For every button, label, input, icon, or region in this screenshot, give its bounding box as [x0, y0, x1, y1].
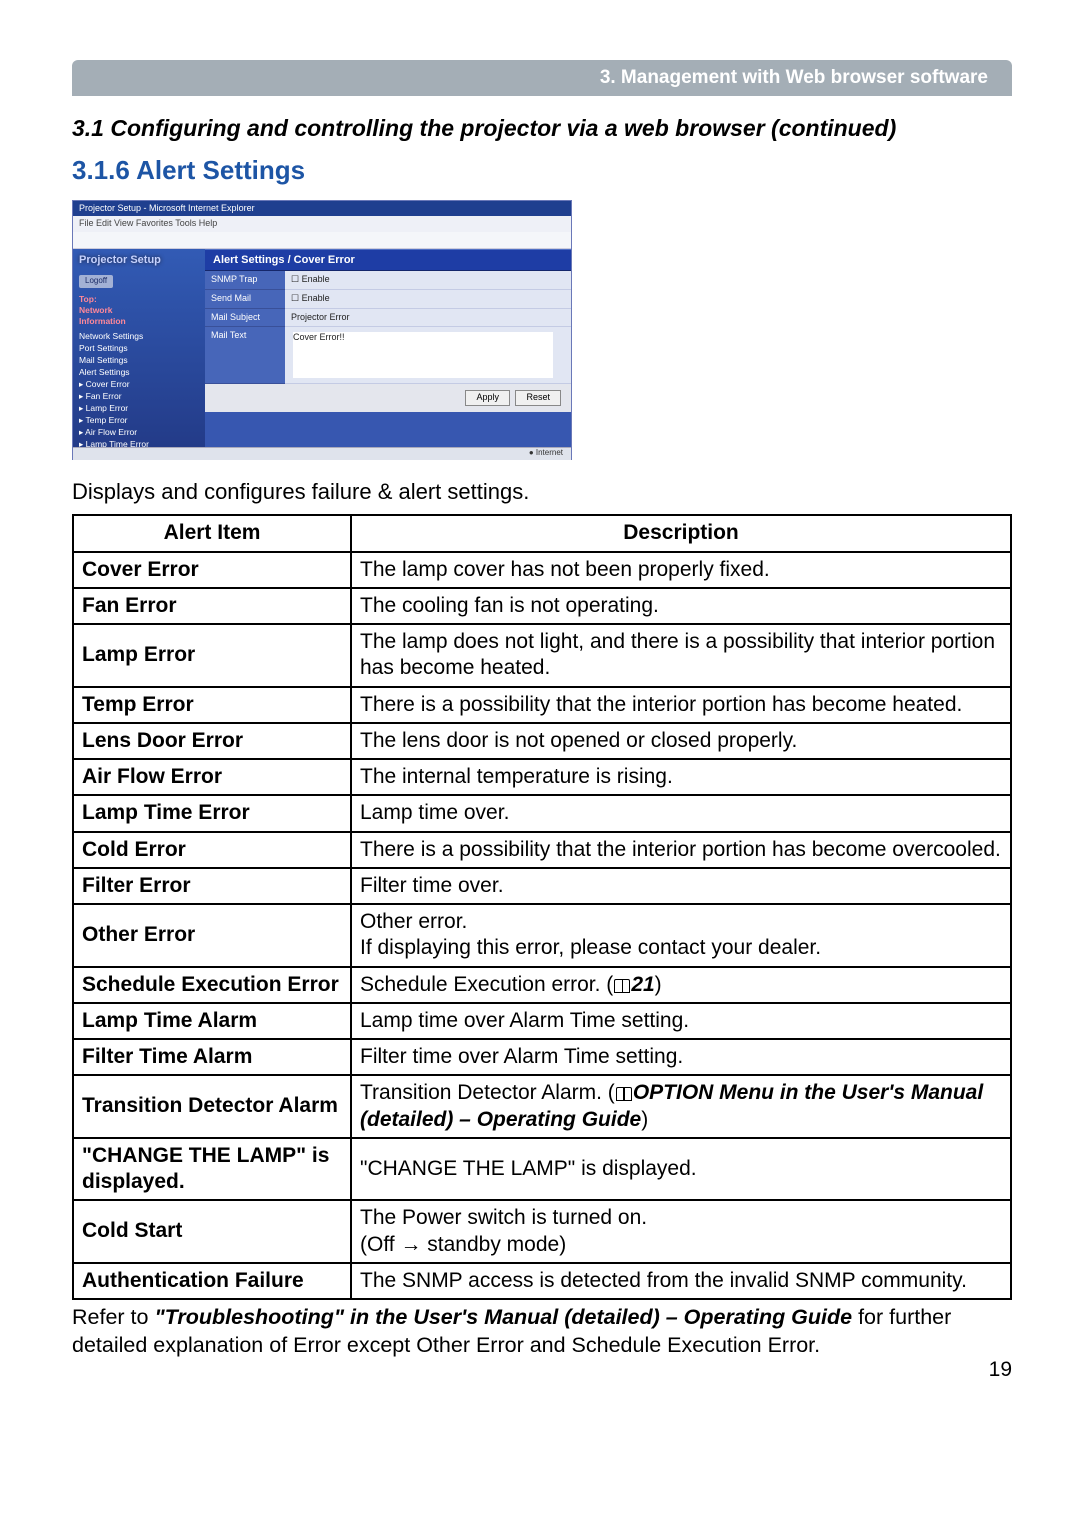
- sc-side-item: Mail Settings: [79, 355, 199, 366]
- alert-item-cell: Fan Error: [73, 588, 351, 624]
- sc-val-mail: ☐ Enable: [285, 290, 571, 309]
- sc-side-items: Network SettingsPort SettingsMail Settin…: [79, 331, 199, 447]
- sc-buttons: Apply Reset: [205, 384, 571, 412]
- alert-desc-cell: The internal temperature is rising.: [351, 759, 1011, 795]
- alert-desc-cell: Lamp time over.: [351, 795, 1011, 831]
- alert-desc-cell: The SNMP access is detected from the inv…: [351, 1263, 1011, 1299]
- alert-desc-cell: The lamp does not light, and there is a …: [351, 624, 1011, 687]
- alert-desc-cell: Transition Detector Alarm. (OPTION Menu …: [351, 1075, 1011, 1138]
- alert-desc-cell: There is a possibility that the interior…: [351, 687, 1011, 723]
- alert-desc-cell: Schedule Execution error. (21): [351, 967, 1011, 1003]
- table-row: Fan ErrorThe cooling fan is not operatin…: [73, 588, 1011, 624]
- sc-val-snmp: ☐ Enable: [285, 271, 571, 290]
- table-row: "CHANGE THE LAMP" is displayed."CHANGE T…: [73, 1138, 1011, 1201]
- sc-label-snmp: SNMP Trap: [205, 271, 285, 290]
- alert-item-cell: Cold Start: [73, 1200, 351, 1263]
- sc-apply: Apply: [465, 390, 510, 406]
- alert-item-cell: Filter Error: [73, 868, 351, 904]
- alert-item-cell: Air Flow Error: [73, 759, 351, 795]
- sc-side-item: ▸ Temp Error: [79, 415, 199, 426]
- footnote: Refer to "Troubleshooting" in the User's…: [72, 1304, 1012, 1360]
- table-row: Filter Time AlarmFilter time over Alarm …: [73, 1039, 1011, 1075]
- table-row: Lamp Time ErrorLamp time over.: [73, 795, 1011, 831]
- section-title: 3.1 Configuring and controlling the proj…: [72, 114, 1012, 144]
- alert-item-cell: Temp Error: [73, 687, 351, 723]
- alert-desc-cell: The lamp cover has not been properly fix…: [351, 552, 1011, 588]
- alert-item-cell: Lens Door Error: [73, 723, 351, 759]
- chapter-bar: 3. Management with Web browser software: [72, 60, 1012, 96]
- sc-side-item: ▸ Cover Error: [79, 379, 199, 390]
- sc-side-item: Port Settings: [79, 343, 199, 354]
- footnote-pre: Refer to: [72, 1305, 154, 1329]
- table-row: Cold StartThe Power switch is turned on.…: [73, 1200, 1011, 1263]
- sc-window-title: Projector Setup - Microsoft Internet Exp…: [73, 201, 571, 217]
- table-row: Air Flow ErrorThe internal temperature i…: [73, 759, 1011, 795]
- th-description: Description: [351, 515, 1011, 551]
- alert-desc-cell: "CHANGE THE LAMP" is displayed.: [351, 1138, 1011, 1201]
- chapter-title: 3. Management with Web browser software: [600, 66, 988, 91]
- sc-side-item: ▸ Lamp Time Error: [79, 439, 199, 447]
- alert-desc-cell: There is a possibility that the interior…: [351, 832, 1011, 868]
- table-row: Temp ErrorThere is a possibility that th…: [73, 687, 1011, 723]
- alert-desc-cell: Lamp time over Alarm Time setting.: [351, 1003, 1011, 1039]
- table-row: Lens Door ErrorThe lens door is not open…: [73, 723, 1011, 759]
- manual-ref-icon: [614, 979, 630, 993]
- table-row: Other ErrorOther error. If displaying th…: [73, 904, 1011, 967]
- alert-item-cell: Lamp Time Error: [73, 795, 351, 831]
- alert-item-cell: Schedule Execution Error: [73, 967, 351, 1003]
- sc-label-mail: Send Mail: [205, 290, 285, 309]
- th-alert-item: Alert Item: [73, 515, 351, 551]
- sc-status: ● Internet: [73, 447, 571, 460]
- alert-desc-cell: Other error. If displaying this error, p…: [351, 904, 1011, 967]
- alert-item-cell: Lamp Error: [73, 624, 351, 687]
- table-row: Lamp ErrorThe lamp does not light, and t…: [73, 624, 1011, 687]
- alert-desc-cell: The lens door is not opened or closed pr…: [351, 723, 1011, 759]
- sc-side-item: ▸ Fan Error: [79, 391, 199, 402]
- alert-item-cell: Cold Error: [73, 832, 351, 868]
- table-row: Cold ErrorThere is a possibility that th…: [73, 832, 1011, 868]
- alert-item-cell: "CHANGE THE LAMP" is displayed.: [73, 1138, 351, 1201]
- alert-item-cell: Transition Detector Alarm: [73, 1075, 351, 1138]
- sc-top-info: Top: Network Information: [79, 294, 199, 327]
- sc-toolbar: [73, 232, 571, 249]
- sc-label-subj: Mail Subject: [205, 309, 285, 328]
- footnote-bold: "Troubleshooting" in the User's Manual (…: [154, 1305, 852, 1329]
- alert-item-cell: Other Error: [73, 904, 351, 967]
- sc-logoff: Logoff: [79, 275, 113, 287]
- subsection-title: 3.1.6 Alert Settings: [72, 154, 1012, 188]
- sc-side-item: Network Settings: [79, 331, 199, 342]
- sc-sidebar: Projector Setup Logoff Top: Network Info…: [73, 249, 205, 447]
- manual-ref-icon: [616, 1087, 632, 1101]
- table-row: Lamp Time AlarmLamp time over Alarm Time…: [73, 1003, 1011, 1039]
- alert-desc-cell: Filter time over.: [351, 868, 1011, 904]
- sc-side-item: Alert Settings: [79, 367, 199, 378]
- table-row: Transition Detector AlarmTransition Dete…: [73, 1075, 1011, 1138]
- intro-text: Displays and configures failure & alert …: [72, 478, 1012, 507]
- sc-menu: File Edit View Favorites Tools Help: [73, 216, 571, 232]
- alert-desc-cell: The cooling fan is not operating.: [351, 588, 1011, 624]
- alert-table: Alert Item Description Cover ErrorThe la…: [72, 514, 1012, 1300]
- sc-panel-title: Alert Settings / Cover Error: [205, 249, 571, 271]
- page-number: 19: [72, 1356, 1012, 1383]
- alert-desc-cell: Filter time over Alarm Time setting.: [351, 1039, 1011, 1075]
- alert-item-cell: Lamp Time Alarm: [73, 1003, 351, 1039]
- sc-mail-text: Cover Error!!: [293, 332, 553, 378]
- sc-side-item: ▸ Air Flow Error: [79, 427, 199, 438]
- sc-side-item: ▸ Lamp Error: [79, 403, 199, 414]
- table-row: Filter ErrorFilter time over.: [73, 868, 1011, 904]
- alert-item-cell: Filter Time Alarm: [73, 1039, 351, 1075]
- sc-val-subj: Projector Error: [285, 309, 571, 328]
- sc-sidebar-title: Projector Setup: [79, 253, 199, 267]
- table-row: Schedule Execution ErrorSchedule Executi…: [73, 967, 1011, 1003]
- alert-desc-cell: The Power switch is turned on. (Off → st…: [351, 1200, 1011, 1263]
- alert-item-cell: Cover Error: [73, 552, 351, 588]
- table-row: Cover ErrorThe lamp cover has not been p…: [73, 552, 1011, 588]
- alert-table-body: Cover ErrorThe lamp cover has not been p…: [73, 552, 1011, 1300]
- alert-item-cell: Authentication Failure: [73, 1263, 351, 1299]
- sc-reset: Reset: [515, 390, 561, 406]
- embedded-screenshot: Projector Setup - Microsoft Internet Exp…: [72, 200, 572, 460]
- sc-label-text: Mail Text: [205, 327, 285, 384]
- table-row: Authentication FailureThe SNMP access is…: [73, 1263, 1011, 1299]
